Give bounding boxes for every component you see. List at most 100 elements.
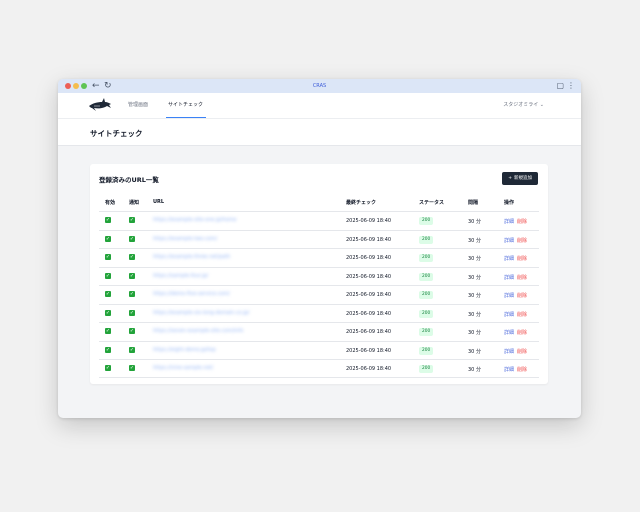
table-row: ✓ ✓ https://example-six-long-domain.co.j… — [99, 303, 539, 323]
url-link[interactable]: https://example-six-long-domain.co.jp/ — [153, 310, 249, 316]
url-list-card: 登録済みのURL一覧 + 新規追加 有効 通知 URL 最終チェック ステータス… — [90, 164, 548, 384]
delete-link[interactable]: 削除 — [517, 366, 527, 373]
url-link[interactable]: https://example-three.net/path — [153, 254, 230, 260]
detail-link[interactable]: 詳細 — [504, 366, 514, 373]
notify-checkbox[interactable]: ✓ — [129, 272, 135, 279]
notify-checkbox[interactable]: ✓ — [129, 365, 135, 371]
nav-admin-link[interactable]: 管理画面 — [128, 93, 148, 119]
status-badge: 200 — [419, 365, 434, 373]
status-badge: 200 — [419, 235, 434, 244]
detail-link[interactable]: 詳細 — [504, 237, 514, 244]
delete-link[interactable]: 削除 — [517, 311, 527, 318]
active-checkbox[interactable]: ✓ — [105, 235, 111, 242]
user-menu-dropdown[interactable]: スタジオミライ ⌄ — [503, 93, 544, 117]
notify-checkbox[interactable]: ✓ — [129, 291, 135, 297]
browser-window: ← ↻ CRAS ▢ ⋮ 管理画面 サイトチェック スタジオミライ ⌄ サイトチ… — [58, 79, 581, 418]
interval-value: 30 分 — [468, 274, 481, 281]
last-check-time: 2025-06-09 18:40 — [346, 292, 392, 298]
last-check-time: 2025-06-09 18:40 — [346, 366, 392, 372]
table-row: ✓ ✓ https://eight-demo.jp/top 2025-06-09… — [99, 340, 539, 360]
status-badge: 200 — [419, 309, 434, 318]
interval-value: 30 分 — [468, 219, 481, 225]
browser-title: CRAS — [312, 83, 327, 89]
interval-value: 30 分 — [468, 367, 481, 373]
status-badge: 200 — [419, 328, 434, 336]
interval-value: 30 分 — [468, 293, 481, 299]
url-link[interactable]: https://demo-five-service.com/ — [153, 291, 230, 297]
delete-link[interactable]: 削除 — [517, 274, 527, 281]
page-header: サイトチェック — [58, 119, 581, 146]
table-row: ✓ ✓ https://nine-sample.net/ 2025-06-09 … — [99, 359, 539, 378]
notify-checkbox[interactable]: ✓ — [129, 235, 135, 242]
table-row: ✓ ✓ https://example-two.com/ 2025-06-09 … — [99, 229, 539, 249]
delete-link[interactable]: 削除 — [517, 292, 527, 299]
delete-link[interactable]: 削除 — [517, 255, 527, 262]
url-link[interactable]: https://example-site-one.jp/home — [153, 217, 237, 223]
last-check-time: 2025-06-09 18:40 — [346, 236, 392, 243]
delete-link[interactable]: 削除 — [517, 218, 527, 225]
active-tab-indicator — [166, 117, 206, 118]
table-row: ✓ ✓ https://demo-five-service.com/ 2025-… — [99, 285, 539, 304]
interval-value: 30 分 — [468, 256, 481, 262]
delete-link[interactable]: 削除 — [517, 237, 527, 244]
last-check-time: 2025-06-09 18:40 — [346, 273, 392, 280]
notify-checkbox[interactable]: ✓ — [129, 346, 135, 353]
add-url-button[interactable]: + 新規追加 — [502, 172, 538, 185]
interval-value: 30 分 — [468, 237, 481, 244]
nav-site-check-link[interactable]: サイトチェック — [168, 93, 203, 119]
last-check-time: 2025-06-09 18:40 — [346, 329, 392, 335]
header-last-check: 最終チェック — [346, 200, 377, 206]
status-badge: 200 — [419, 217, 434, 225]
active-checkbox[interactable]: ✓ — [105, 291, 111, 297]
delete-link[interactable]: 削除 — [517, 348, 527, 355]
notify-checkbox[interactable]: ✓ — [129, 328, 135, 334]
active-checkbox[interactable]: ✓ — [105, 309, 111, 316]
extensions-icon[interactable]: ▢ — [556, 80, 564, 92]
last-check-time: 2025-06-09 18:40 — [346, 255, 392, 261]
active-checkbox[interactable]: ✓ — [105, 272, 111, 279]
status-badge: 200 — [419, 291, 434, 299]
active-checkbox[interactable]: ✓ — [105, 328, 111, 334]
card-title: 登録済みのURL一覧 — [99, 176, 159, 184]
plus-icon: + — [508, 176, 512, 181]
notify-checkbox[interactable]: ✓ — [129, 254, 135, 260]
url-link[interactable]: https://eight-demo.jp/top — [153, 347, 216, 353]
kebab-menu-icon[interactable]: ⋮ — [567, 80, 575, 92]
url-link[interactable]: https://seven-example-site.com/info — [153, 328, 243, 334]
notify-checkbox[interactable]: ✓ — [129, 217, 135, 223]
active-checkbox[interactable]: ✓ — [105, 365, 111, 371]
active-checkbox[interactable]: ✓ — [105, 254, 111, 260]
last-check-time: 2025-06-09 18:40 — [346, 347, 392, 354]
detail-link[interactable]: 詳細 — [504, 329, 514, 336]
detail-link[interactable]: 詳細 — [504, 274, 514, 281]
detail-link[interactable]: 詳細 — [504, 348, 514, 355]
header-active: 有効 — [105, 200, 116, 206]
table-row: ✓ ✓ https://example-three.net/path 2025-… — [99, 248, 539, 267]
detail-link[interactable]: 詳細 — [504, 311, 514, 318]
page-title: サイトチェック — [90, 129, 143, 138]
detail-link[interactable]: 詳細 — [504, 292, 514, 299]
shark-logo-icon[interactable] — [88, 97, 112, 114]
last-check-time: 2025-06-09 18:40 — [346, 218, 392, 224]
status-badge: 200 — [419, 272, 434, 281]
delete-link[interactable]: 削除 — [517, 329, 527, 336]
detail-link[interactable]: 詳細 — [504, 255, 514, 262]
header-ops: 操作 — [504, 200, 515, 206]
table-row: ✓ ✓ https://seven-example-site.com/info … — [99, 322, 539, 341]
detail-link[interactable]: 詳細 — [504, 218, 514, 225]
active-checkbox[interactable]: ✓ — [105, 217, 111, 223]
url-link[interactable]: https://nine-sample.net/ — [153, 365, 213, 371]
url-link[interactable]: https://sample-four.jp/ — [153, 273, 208, 279]
url-link[interactable]: https://example-two.com/ — [153, 236, 217, 242]
status-badge: 200 — [419, 346, 434, 355]
active-checkbox[interactable]: ✓ — [105, 346, 111, 353]
url-table: 有効 通知 URL 最終チェック ステータス 間隔 操作 ✓ ✓ https:/… — [99, 195, 539, 378]
app-header: 管理画面 サイトチェック スタジオミライ ⌄ — [58, 93, 581, 119]
interval-value: 30 分 — [468, 311, 481, 318]
table-row: ✓ ✓ https://sample-four.jp/ 2025-06-09 1… — [99, 266, 539, 286]
header-status: ステータス — [419, 200, 445, 206]
table-row: ✓ ✓ https://example-site-one.jp/home 202… — [99, 211, 539, 230]
header-url: URL — [153, 199, 165, 205]
notify-checkbox[interactable]: ✓ — [129, 309, 135, 316]
header-interval: 間隔 — [468, 200, 479, 206]
